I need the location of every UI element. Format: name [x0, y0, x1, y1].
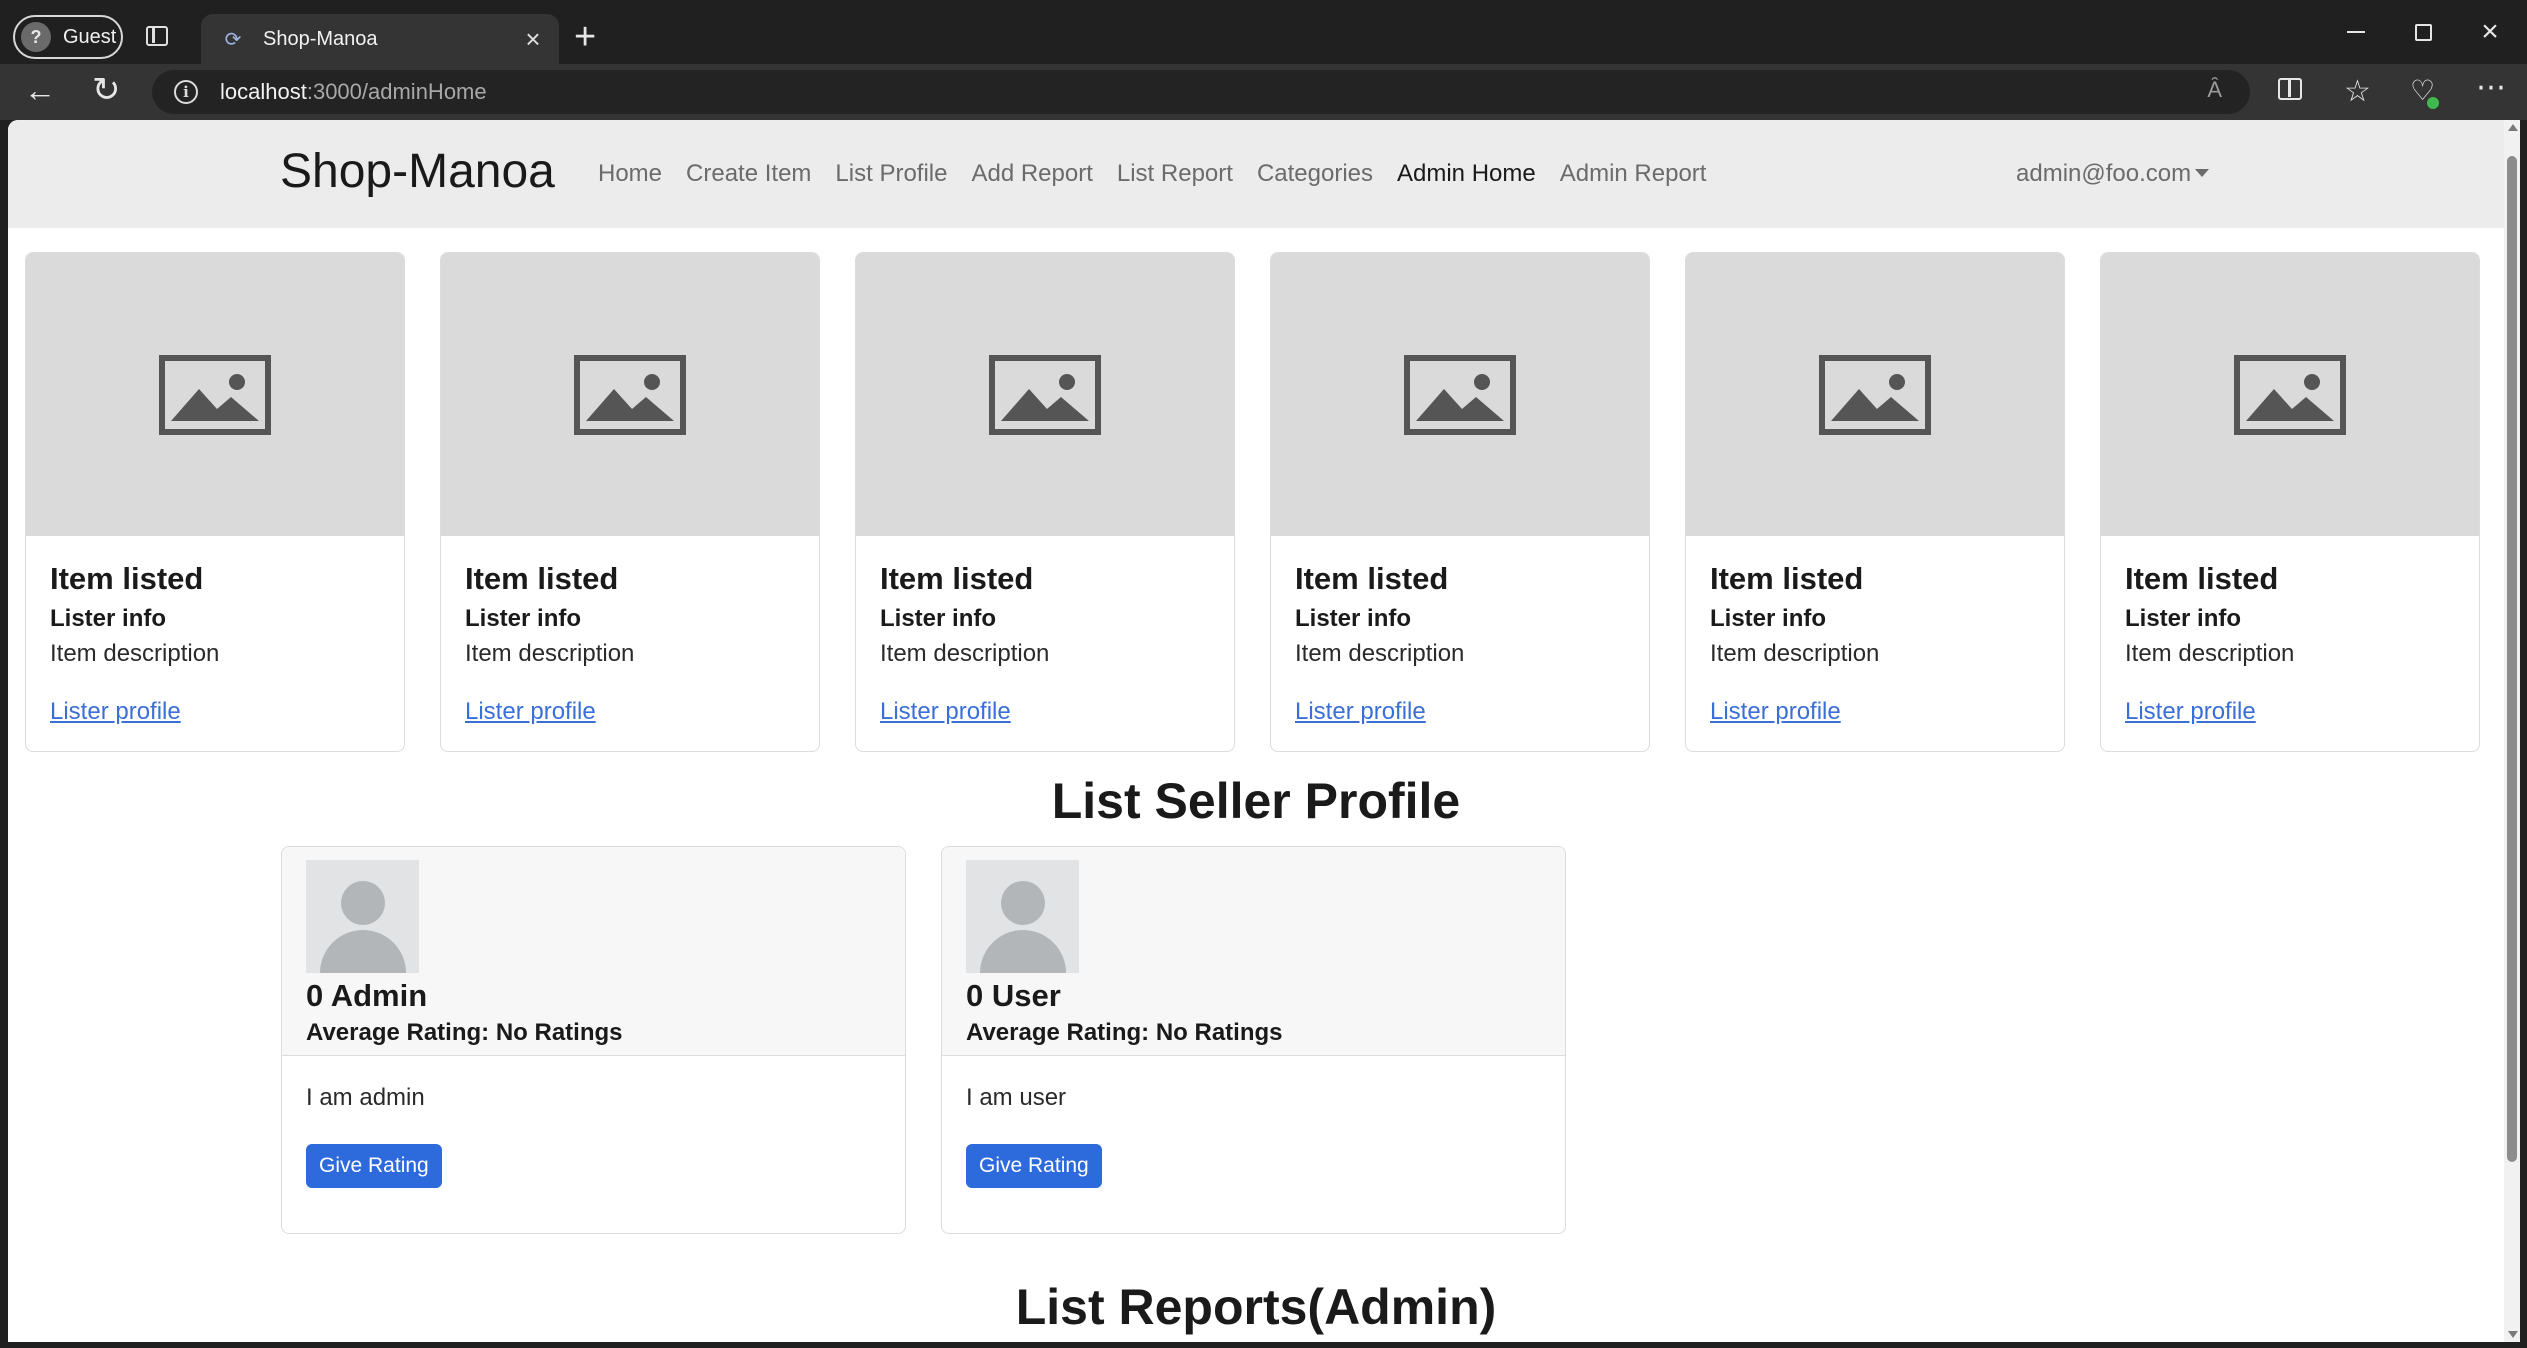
- item-lister: Lister info: [465, 605, 582, 632]
- item-title: Item listed: [465, 561, 619, 596]
- address-bar[interactable]: i localhost:3000/adminHome Ȃ: [152, 70, 2250, 114]
- nav-categories[interactable]: Categories: [1257, 160, 1373, 188]
- item-description: Item description: [2125, 640, 2295, 667]
- profile-card-header: 0 User Average Rating: No Ratings: [942, 847, 1565, 1056]
- site-navbar: Shop-Manoa Home Create Item List Profile…: [8, 120, 2504, 228]
- item-description: Item description: [1295, 640, 1465, 667]
- item-card: Item listed Lister info Item description…: [1270, 252, 1650, 752]
- item-card: Item listed Lister info Item description…: [855, 252, 1235, 752]
- profile-label: Guest: [63, 25, 117, 48]
- item-title: Item listed: [2125, 561, 2279, 596]
- item-title: Item listed: [1295, 561, 1449, 596]
- profile-bio: I am admin: [306, 1084, 425, 1111]
- read-aloud-icon[interactable]: Ȃ: [2207, 77, 2222, 103]
- item-lister: Lister info: [1710, 605, 1827, 632]
- scroll-down-icon[interactable]: [2508, 1331, 2518, 1338]
- image-placeholder-icon: [2101, 253, 2479, 536]
- seller-section-title: List Seller Profile: [1051, 773, 1461, 829]
- minimize-icon[interactable]: [2336, 12, 2376, 52]
- give-rating-button[interactable]: Give Rating: [966, 1144, 1102, 1188]
- guest-avatar-icon: ?: [21, 22, 51, 52]
- image-placeholder-icon: [1271, 253, 1649, 536]
- browser-tab-active[interactable]: ⟳ Shop-Manoa ×: [201, 14, 559, 64]
- nav-list-report[interactable]: List Report: [1117, 160, 1233, 188]
- tab-title: Shop-Manoa: [263, 27, 378, 50]
- status-dot-icon: [2427, 97, 2439, 109]
- item-cards: Item listed Lister info Item description…: [25, 252, 2489, 752]
- nav-list-profile[interactable]: List Profile: [835, 160, 947, 188]
- reload-icon[interactable]: ↻: [92, 70, 121, 110]
- nav-admin-home[interactable]: Admin Home: [1397, 160, 1536, 188]
- user-dropdown[interactable]: admin@foo.com: [2016, 160, 2210, 188]
- item-lister: Lister info: [1295, 605, 1412, 632]
- item-card: Item listed Lister info Item description…: [440, 252, 820, 752]
- url-host: localhost: [220, 79, 307, 104]
- nav-links: Home Create Item List Profile Add Report…: [598, 160, 1730, 188]
- item-lister: Lister info: [880, 605, 997, 632]
- lister-profile-link[interactable]: Lister profile: [1295, 698, 1426, 726]
- give-rating-button[interactable]: Give Rating: [306, 1144, 442, 1188]
- profile-card: 0 User Average Rating: No Ratings I am u…: [941, 846, 1566, 1234]
- page-scrollbar[interactable]: [2504, 120, 2520, 1342]
- scroll-up-icon[interactable]: [2508, 124, 2518, 131]
- lister-profile-link[interactable]: Lister profile: [465, 698, 596, 726]
- browser-tab-bar: ? Guest ⟳ Shop-Manoa × + ×: [0, 0, 2527, 64]
- page-viewport: Shop-Manoa Home Create Item List Profile…: [8, 120, 2520, 1342]
- window-close-icon[interactable]: ×: [2470, 12, 2510, 52]
- avatar-placeholder-icon: [966, 860, 1079, 973]
- more-options-icon[interactable]: ⋯: [2476, 70, 2508, 105]
- scrollbar-thumb[interactable]: [2507, 156, 2517, 1162]
- item-lister: Lister info: [50, 605, 167, 632]
- nav-create-item[interactable]: Create Item: [686, 160, 811, 188]
- favicon-icon: ⟳: [224, 28, 242, 51]
- item-title: Item listed: [50, 561, 204, 596]
- reports-section-title: List Reports(Admin): [1015, 1279, 1497, 1335]
- url-path: :3000/adminHome: [306, 79, 487, 104]
- item-description: Item description: [50, 640, 220, 667]
- user-email: admin@foo.com: [2016, 160, 2192, 187]
- item-description: Item description: [465, 640, 635, 667]
- lister-profile-link[interactable]: Lister profile: [880, 698, 1011, 726]
- tab-close-icon[interactable]: ×: [513, 24, 553, 55]
- profile-name: 0 Admin: [306, 978, 428, 1013]
- item-card: Item listed Lister info Item description…: [25, 252, 405, 752]
- maximize-icon[interactable]: [2403, 12, 2443, 52]
- lister-profile-link[interactable]: Lister profile: [2125, 698, 2256, 726]
- item-card: Item listed Lister info Item description…: [1685, 252, 2065, 752]
- item-lister: Lister info: [2125, 605, 2242, 632]
- profile-card: 0 Admin Average Rating: No Ratings I am …: [281, 846, 906, 1234]
- profile-bio: I am user: [966, 1084, 1067, 1111]
- image-placeholder-icon: [1686, 253, 2064, 536]
- lister-profile-link[interactable]: Lister profile: [1710, 698, 1841, 726]
- back-arrow-icon[interactable]: ←: [24, 72, 56, 109]
- favorites-icon[interactable]: ☆: [2344, 74, 2371, 109]
- nav-home[interactable]: Home: [598, 160, 662, 188]
- item-title: Item listed: [1710, 561, 1864, 596]
- profile-name: 0 User: [966, 978, 1061, 1013]
- brand-logo[interactable]: Shop-Manoa: [280, 144, 555, 199]
- site-info-icon[interactable]: i: [174, 80, 198, 104]
- caret-down-icon: [2195, 168, 2210, 177]
- image-placeholder-icon: [441, 253, 819, 536]
- profile-card-header: 0 Admin Average Rating: No Ratings: [282, 847, 905, 1056]
- browser-toolbar: ← ↻ i localhost:3000/adminHome Ȃ ☆ ♡ ⋯: [0, 64, 2527, 120]
- image-placeholder-icon: [26, 253, 404, 536]
- nav-admin-report[interactable]: Admin Report: [1560, 160, 1707, 188]
- profile-rating: Average Rating: No Ratings: [306, 1019, 623, 1046]
- profile-button[interactable]: ? Guest: [13, 15, 123, 59]
- lister-profile-link[interactable]: Lister profile: [50, 698, 181, 726]
- item-title: Item listed: [880, 561, 1034, 596]
- profile-rating: Average Rating: No Ratings: [966, 1019, 1283, 1046]
- new-tab-icon[interactable]: +: [574, 18, 596, 56]
- item-description: Item description: [880, 640, 1050, 667]
- split-screen-icon[interactable]: [2278, 78, 2302, 100]
- item-card: Item listed Lister info Item description…: [2100, 252, 2480, 752]
- item-description: Item description: [1710, 640, 1880, 667]
- nav-add-report[interactable]: Add Report: [971, 160, 1092, 188]
- image-placeholder-icon: [856, 253, 1234, 536]
- avatar-placeholder-icon: [306, 860, 419, 973]
- tab-actions-icon[interactable]: [146, 26, 168, 46]
